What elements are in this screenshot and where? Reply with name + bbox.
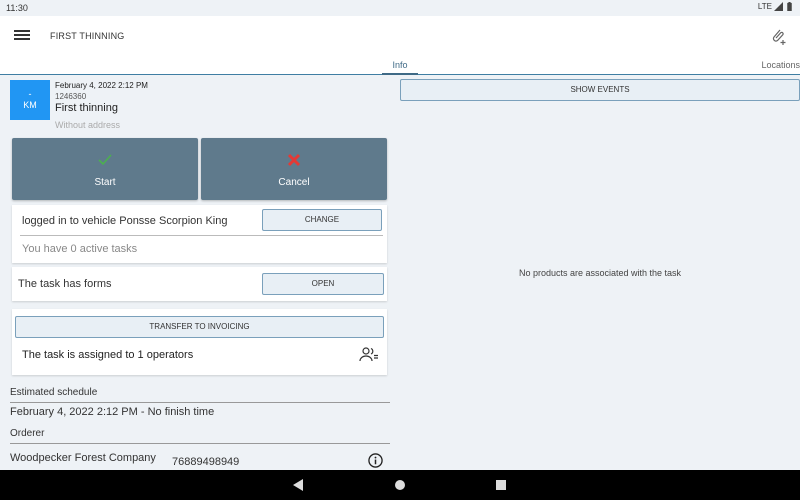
vehicle-card: logged in to vehicle Ponsse Scorpion Kin… bbox=[12, 205, 387, 263]
menu-icon[interactable] bbox=[14, 28, 30, 42]
active-tasks-text: You have 0 active tasks bbox=[22, 243, 138, 255]
tab-locations[interactable]: Locations bbox=[761, 60, 800, 70]
show-events-button[interactable]: SHOW EVENTS bbox=[400, 79, 800, 101]
orderer-name: Woodpecker Forest Company bbox=[10, 452, 156, 464]
cancel-label: Cancel bbox=[278, 177, 310, 188]
status-icons: LTE bbox=[758, 2, 794, 11]
status-bar: 11:30 LTE bbox=[0, 0, 800, 16]
task-info-panel: - KM February 4, 2022 2:12 PM 1246360 Fi… bbox=[0, 76, 392, 470]
attach-file-icon[interactable] bbox=[768, 26, 788, 46]
forms-card: The task has forms OPEN bbox=[12, 267, 387, 301]
empty-products-message: No products are associated with the task bbox=[518, 268, 682, 278]
tab-bar: Info Locations bbox=[0, 56, 800, 75]
check-icon bbox=[98, 154, 112, 166]
schedule-value: February 4, 2022 2:12 PM - No finish tim… bbox=[10, 406, 215, 418]
battery-icon bbox=[787, 2, 792, 11]
operators-icon[interactable] bbox=[359, 346, 379, 362]
open-forms-button[interactable]: OPEN bbox=[262, 273, 384, 295]
system-nav-bar bbox=[0, 470, 800, 500]
orderer-label: Orderer bbox=[10, 428, 45, 439]
app-bar: FIRST THINNING bbox=[0, 16, 800, 56]
schedule-label: Estimated schedule bbox=[10, 387, 98, 398]
recent-apps-icon[interactable] bbox=[496, 480, 506, 490]
tab-info-indicator bbox=[382, 73, 418, 75]
orderer-phone: 76889498949 bbox=[172, 456, 240, 468]
task-name: First thinning bbox=[55, 102, 118, 114]
task-date: February 4, 2022 2:12 PM bbox=[55, 81, 148, 90]
home-icon[interactable] bbox=[395, 480, 405, 490]
avatar-initials: KM bbox=[23, 100, 37, 110]
forms-text: The task has forms bbox=[18, 278, 112, 290]
divider bbox=[10, 402, 390, 403]
task-avatar: - KM bbox=[10, 80, 50, 120]
operators-card: TRANSFER TO INVOICING The task is assign… bbox=[12, 309, 387, 375]
task-address: Without address bbox=[55, 120, 121, 130]
products-panel: SHOW EVENTS No products are associated w… bbox=[400, 76, 800, 470]
info-icon[interactable] bbox=[368, 453, 383, 468]
divider bbox=[20, 235, 383, 236]
status-time: 11:30 bbox=[6, 3, 28, 13]
page-title: FIRST THINNING bbox=[50, 31, 125, 41]
start-label: Start bbox=[94, 177, 116, 188]
back-icon[interactable] bbox=[292, 478, 304, 492]
start-button[interactable]: Start bbox=[12, 138, 198, 200]
avatar-top: - bbox=[28, 89, 32, 99]
cancel-button[interactable]: Cancel bbox=[201, 138, 387, 200]
tab-info[interactable]: Info bbox=[382, 60, 418, 70]
network-type: LTE bbox=[757, 2, 772, 11]
operators-text: The task is assigned to 1 operators bbox=[22, 349, 194, 361]
transfer-to-invoicing-button[interactable]: TRANSFER TO INVOICING bbox=[15, 316, 384, 338]
change-vehicle-button[interactable]: CHANGE bbox=[262, 209, 382, 231]
signal-icon bbox=[774, 2, 783, 11]
vehicle-status: logged in to vehicle Ponsse Scorpion Kin… bbox=[22, 215, 228, 227]
divider bbox=[10, 443, 390, 444]
close-icon bbox=[287, 153, 301, 167]
task-id: 1246360 bbox=[55, 92, 87, 101]
